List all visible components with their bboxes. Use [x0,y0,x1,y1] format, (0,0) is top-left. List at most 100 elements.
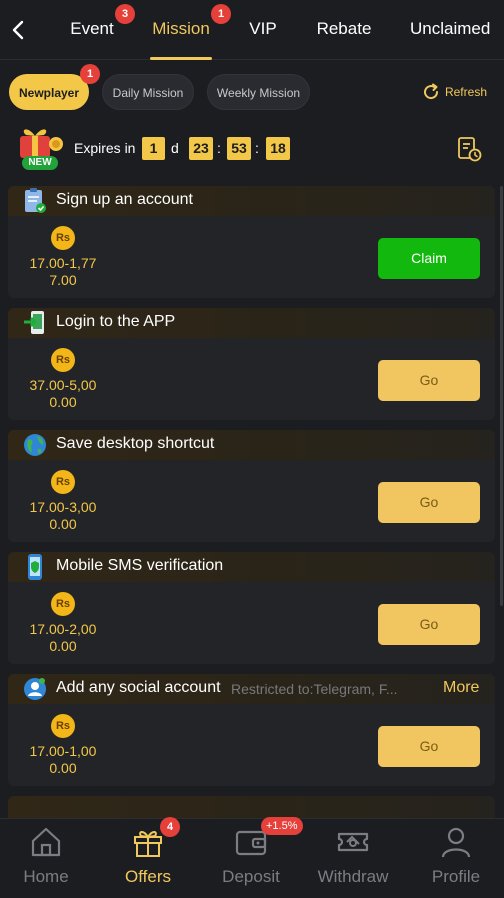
subtab-label: Daily Mission [112,86,184,100]
reward-range: 17.00-2,00 [29,621,97,637]
rupee-coin-icon: Rs [51,714,75,738]
mission-title: Add any social account [56,679,221,696]
mission-header: Mobile SMS verification [8,552,495,582]
nav-home[interactable]: Home [0,819,96,898]
globe-icon [24,434,46,456]
mission-card [8,796,495,820]
nav-withdraw[interactable]: Withdraw [303,819,403,898]
more-link[interactable]: More [443,679,479,697]
mission-restriction: Restricted to:Telegram, F... [231,681,398,697]
reward-range-end: 7.00 [49,272,77,288]
tab-label: Rebate [316,19,372,38]
subtab-newplayer[interactable]: Newplayer [9,74,89,110]
claim-button[interactable]: Claim [378,238,480,279]
mission-header: Sign up an account [8,186,495,216]
back-button[interactable] [6,15,30,45]
history-button[interactable] [456,136,482,162]
refresh-label: Refresh [444,85,487,99]
clipboard-check-icon [25,188,46,213]
mission-reward: 17.00-1,00 0.00 [14,743,112,777]
mission-card: Mobile SMS verification Rs 17.00-2,00 0.… [8,552,495,664]
mission-header: Save desktop shortcut [8,430,495,460]
countdown-days: 1 [142,137,165,160]
mission-reward: 17.00-2,00 0.00 [14,621,112,655]
reward-range: 17.00-1,00 [29,743,97,759]
mission-title: Save desktop shortcut [56,435,215,452]
mission-card: Login to the APP Rs 37.00-5,00 0.00 Go [8,308,495,420]
mission-list[interactable]: Sign up an account Rs 17.00-1,77 7.00 Cl… [0,180,504,820]
day-unit: d [171,140,179,156]
nav-label: Withdraw [317,867,389,886]
mission-reward: 37.00-5,00 0.00 [14,377,112,411]
reward-range-end: 0.00 [49,516,77,532]
expires-label: Expires in [74,140,136,156]
login-app-icon [24,311,44,334]
refresh-button[interactable]: Refresh [421,80,487,104]
nav-label: Deposit [222,867,280,886]
notification-badge: 4 [160,817,180,837]
new-label: NEW [28,157,52,168]
nav-label: Home [23,867,69,886]
tab-rebate[interactable]: Rebate [316,0,372,60]
tab-event[interactable]: Event 3 [70,0,135,60]
chevron-left-icon [12,20,24,40]
reward-range: 37.00-5,00 [29,377,97,393]
mission-title: Mobile SMS verification [56,557,224,574]
subtab-daily-mission[interactable]: Daily Mission [102,74,194,110]
deposit-bonus-badge: +1.5% [261,817,303,835]
tab-label: VIP [249,19,277,38]
subtab-label: Weekly Mission [216,86,301,100]
countdown-minutes: 53 [227,137,251,160]
rupee-coin-icon: Rs [51,348,75,372]
mission-header: Add any social account Restricted to:Tel… [8,674,495,704]
rupee-coin-icon: Rs [51,470,75,494]
phone-shield-icon [28,554,42,580]
go-button[interactable]: Go [378,604,480,645]
user-icon [441,827,471,858]
mission-card: Add any social account Restricted to:Tel… [8,674,495,786]
scrollbar[interactable] [500,186,503,606]
countdown-seconds: 18 [266,137,290,160]
notification-badge: 1 [211,4,231,24]
reward-range-end: 0.00 [49,394,77,410]
go-button[interactable]: Go [378,726,480,767]
history-icon [458,137,482,162]
rupee-coin-icon: Rs [51,226,75,250]
mission-header [8,796,495,820]
nav-label: Offers [125,867,171,886]
tab-unclaimed[interactable]: Unclaimed [410,0,490,60]
go-button[interactable]: Go [378,482,480,523]
social-account-icon [24,678,46,700]
tab-label: Unclaimed [410,19,491,38]
mission-card: Save desktop shortcut Rs 17.00-3,00 0.00… [8,430,495,542]
nav-offers[interactable]: 4 Offers [98,817,198,898]
tab-label: Mission [152,19,210,38]
mission-header: Login to the APP [8,308,495,338]
new-gift-icon: NEW [12,122,68,172]
top-navigation: Event 3 Mission 1 VIP Rebate Unclaimed [0,0,504,60]
tab-label: Event [70,19,114,38]
reward-range: 17.00-1,77 [29,255,97,271]
time-separator: : [255,140,259,156]
refresh-icon [424,83,438,100]
subtab-label: Newplayer [18,86,80,100]
active-tab-indicator [150,57,212,60]
bottom-navigation: Home 4 Offers +1.5% Deposit Withdraw Pro… [0,817,504,898]
tab-vip[interactable]: VIP [247,0,279,60]
tab-mission[interactable]: Mission 1 [150,0,231,60]
countdown-hours: 23 [189,137,213,160]
nav-label: Profile [431,867,481,886]
home-icon [31,827,61,857]
rupee-coin-icon: Rs [51,592,75,616]
notification-badge: 3 [115,4,135,24]
nav-profile[interactable]: Profile [406,819,504,898]
time-separator: : [217,140,221,156]
go-button[interactable]: Go [378,360,480,401]
reward-range: 17.00-3,00 [29,499,97,515]
reward-range-end: 0.00 [49,638,77,654]
subtab-weekly-mission[interactable]: Weekly Mission [207,74,310,110]
nav-deposit[interactable]: +1.5% Deposit [201,817,303,898]
mission-reward: 17.00-1,77 7.00 [14,255,112,289]
ticket-cash-icon [337,832,369,852]
reward-range-end: 0.00 [49,760,77,776]
